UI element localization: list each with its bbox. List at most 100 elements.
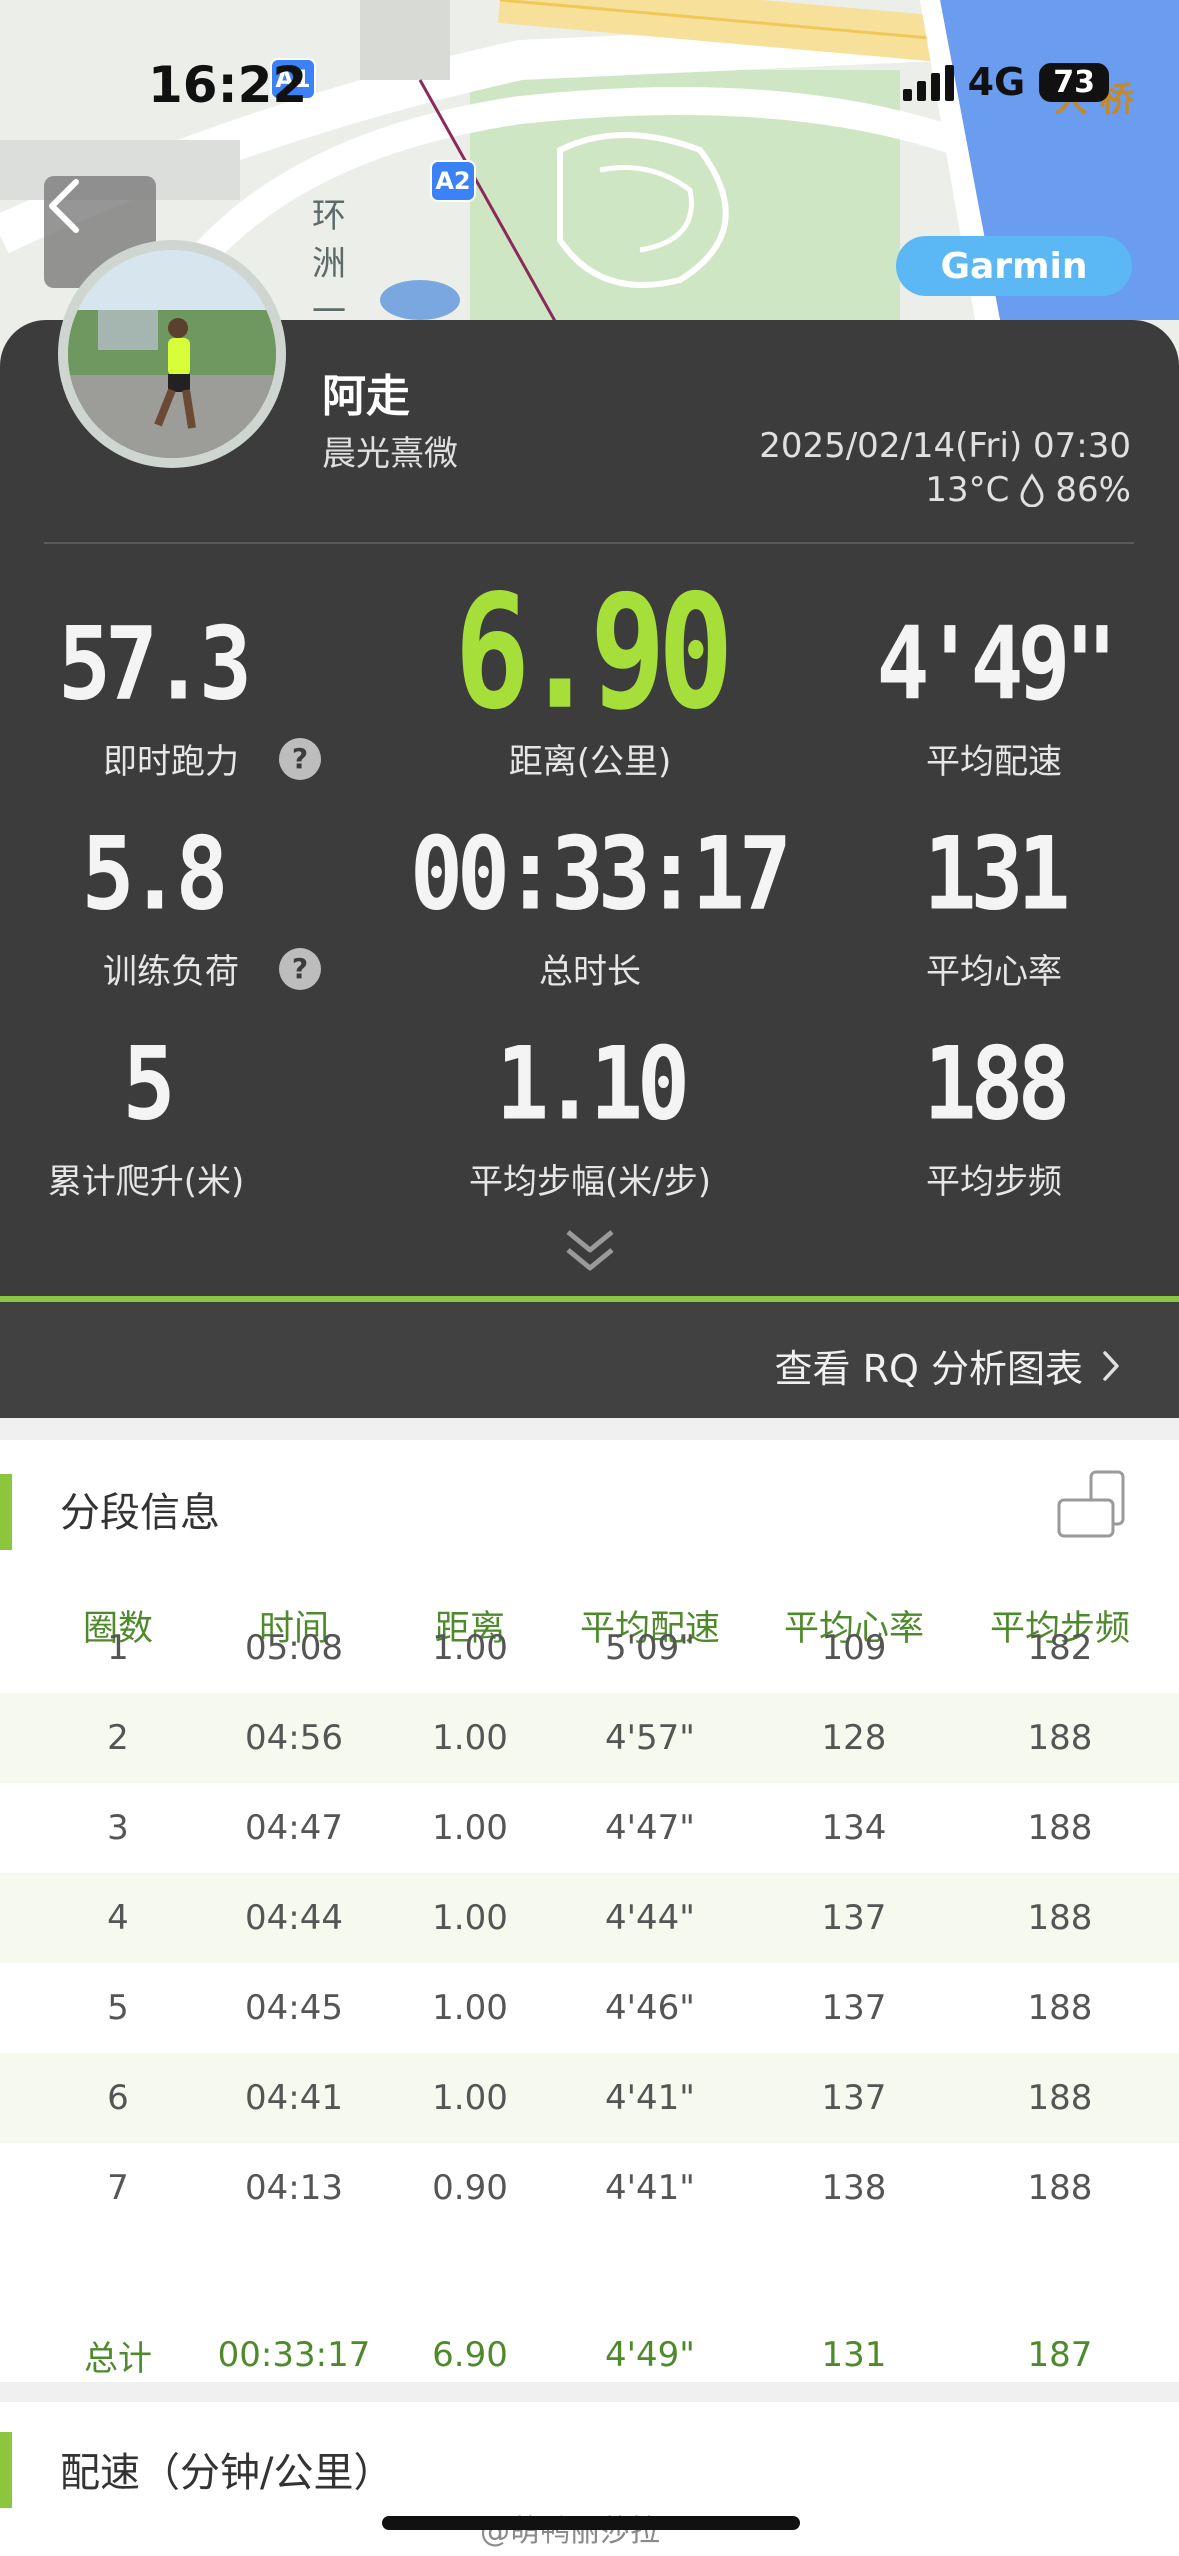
stat-ascent: 5 累计爬升(米) <box>0 1033 326 1203</box>
help-icon[interactable]: ? <box>279 737 321 780</box>
source-garmin-badge: Garmin <box>896 236 1132 296</box>
total-label: 总计 <box>84 2338 152 2379</box>
cell-time: 04:13 <box>245 2168 343 2208</box>
stat-ascent-label: 累计爬升(米) <box>47 1162 245 1202</box>
cell-cadence: 188 <box>1027 1898 1093 1938</box>
map-marker-a2: A2 <box>430 160 476 202</box>
cell-heart-rate: 134 <box>821 1808 887 1848</box>
splits-total-row: 总计 00:33:17 6.90 4'49" 131 187 <box>0 2320 1179 2390</box>
home-indicator[interactable] <box>382 2516 800 2530</box>
stat-load-label: 训练负荷 <box>103 952 239 992</box>
expand-chevron-icon[interactable] <box>560 1226 620 1276</box>
stat-pace: 4'49" 平均配速 <box>814 613 1174 783</box>
stat-pace-value: 4'49" <box>876 604 1118 723</box>
splits-row: 5 04:45 1.00 4'46" 137 188 <box>0 1963 1179 2053</box>
stat-duration-value: 00:33:17 <box>410 814 792 933</box>
cell-heart-rate: 109 <box>821 1628 887 1668</box>
stat-stride: 1.10 平均步幅(米/步) <box>410 1033 770 1203</box>
cell-pace: 4'41" <box>605 2168 695 2208</box>
total-heart-rate: 131 <box>821 2335 887 2375</box>
cell-time: 04:41 <box>245 2078 343 2118</box>
cell-distance: 1.00 <box>432 1898 508 1938</box>
stat-heart-rate: 131 平均心率 <box>814 823 1174 993</box>
stat-load: 5.8 训练负荷 ? <box>0 823 332 993</box>
splits-row: 3 04:47 1.00 4'47" 134 188 <box>0 1783 1179 1873</box>
cell-distance: 1.00 <box>432 1718 508 1758</box>
rotate-phone-icon[interactable] <box>1057 1470 1133 1542</box>
temperature: 13°C <box>925 470 1010 510</box>
cell-cadence: 182 <box>1027 1628 1093 1668</box>
stat-heart-rate-value: 131 <box>923 814 1071 933</box>
cell-time: 05:08 <box>245 1628 343 1668</box>
divider <box>44 542 1134 544</box>
chevron-left-icon <box>49 179 79 233</box>
cell-lap: 7 <box>107 2168 129 2208</box>
cell-cadence: 188 <box>1027 1808 1093 1848</box>
cell-time: 04:47 <box>245 1808 343 1848</box>
network-type: 4G <box>967 60 1026 104</box>
cell-cadence: 188 <box>1027 2078 1093 2118</box>
cell-time: 04:44 <box>245 1898 343 1938</box>
stat-heart-rate-label: 平均心率 <box>926 952 1062 992</box>
stat-cadence-value: 188 <box>923 1024 1071 1143</box>
cell-heart-rate: 137 <box>821 2078 887 2118</box>
summary-card: 阿走 晨光熹微 2025/02/14(Fri) 07:30 13°C 86% 5… <box>0 320 1179 1418</box>
humidity-drop-icon <box>1020 473 1044 507</box>
cell-pace: 4'41" <box>605 2078 695 2118</box>
map-label-2: 洲 <box>312 244 346 284</box>
humidity: 86% <box>1055 470 1131 510</box>
section-accent <box>0 2432 12 2508</box>
stat-stride-value: 1.10 <box>496 1024 690 1143</box>
splits-row: 4 04:44 1.00 4'44" 137 188 <box>0 1873 1179 1963</box>
help-icon[interactable]: ? <box>279 947 321 990</box>
user-name: 阿走 <box>322 371 410 422</box>
battery-icon: 73 <box>1039 62 1109 102</box>
stat-distance: 6.90 距离(公里) <box>410 574 770 783</box>
cell-pace: 4'57" <box>605 1718 695 1758</box>
chevron-right-icon <box>1103 1350 1119 1381</box>
cell-heart-rate: 137 <box>821 1898 887 1938</box>
cell-heart-rate: 128 <box>821 1718 887 1758</box>
cell-cadence: 188 <box>1027 2168 1093 2208</box>
splits-row: 6 04:41 1.00 4'41" 137 188 <box>0 2053 1179 2143</box>
cell-lap: 1 <box>107 1628 129 1668</box>
stat-distance-value: 6.90 <box>454 560 733 745</box>
stat-ascent-value: 5 <box>122 1024 176 1143</box>
cell-distance: 0.90 <box>432 2168 508 2208</box>
total-cadence: 187 <box>1027 2335 1093 2375</box>
stat-duration-label: 总时长 <box>539 952 641 992</box>
stat-power: 57.3 即时跑力 ? <box>0 613 332 783</box>
cell-time: 04:56 <box>245 1718 343 1758</box>
cell-pace: 5'09" <box>605 1628 695 1668</box>
cell-heart-rate: 138 <box>821 2168 887 2208</box>
stat-stride-label: 平均步幅(米/步) <box>469 1162 711 1202</box>
splits-title: 分段信息 <box>60 1490 220 1536</box>
pace-title: 配速（分钟/公里） <box>60 2450 394 2496</box>
cell-pace: 4'44" <box>605 1898 695 1938</box>
cell-cadence: 188 <box>1027 1988 1093 2028</box>
splits-section: 分段信息 圈数 时间 距离 平均配速 平均心率 平均步频 1 05:08 1.00 5… <box>0 1440 1179 2382</box>
total-pace: 4'49" <box>605 2335 695 2375</box>
status-icons: 4G 73 <box>902 60 1109 104</box>
cell-pace: 4'47" <box>605 1808 695 1848</box>
cell-distance: 1.00 <box>432 1628 508 1668</box>
stat-pace-label: 平均配速 <box>926 742 1062 782</box>
section-accent <box>0 1474 12 1550</box>
stat-cadence-label: 平均步频 <box>926 1162 1062 1202</box>
cell-time: 04:45 <box>245 1988 343 2028</box>
rq-analysis-link[interactable]: 查看 RQ 分析图表 <box>775 1338 1121 1393</box>
cell-distance: 1.00 <box>432 2078 508 2118</box>
status-time: 16:22 <box>148 56 308 114</box>
total-distance: 6.90 <box>432 2335 508 2375</box>
cell-distance: 1.00 <box>432 1808 508 1848</box>
stat-power-label: 即时跑力 <box>103 742 239 782</box>
avatar-photo <box>68 250 276 458</box>
cell-lap: 3 <box>107 1808 129 1848</box>
cell-cadence: 188 <box>1027 1718 1093 1758</box>
avatar[interactable] <box>58 240 286 468</box>
cell-heart-rate: 137 <box>821 1988 887 2028</box>
stat-load-value: 5.8 <box>81 814 229 933</box>
signal-icon <box>902 63 954 101</box>
user-subtitle: 晨光熹微 <box>322 434 458 474</box>
rq-link-label: 查看 RQ 分析图表 <box>774 1347 1083 1391</box>
